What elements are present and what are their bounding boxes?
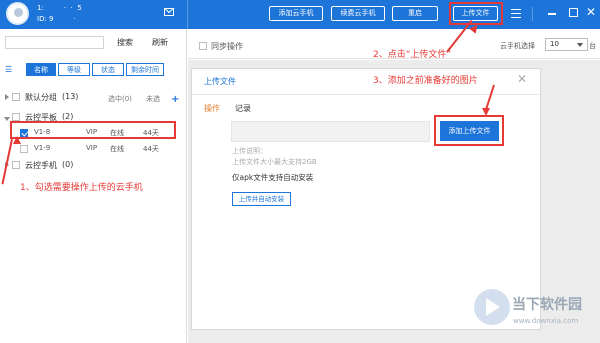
watermark-url: www.downxia.com: [513, 317, 579, 325]
device-name[interactable]: V1-9: [34, 144, 50, 152]
close-icon[interactable]: ✕: [586, 6, 596, 18]
watermark-logo-icon: [474, 289, 510, 325]
apk-note: 仅apk文件支持自动安装: [232, 173, 314, 182]
search-button[interactable]: 搜索: [117, 37, 133, 48]
sort-tab-name[interactable]: 名称: [26, 63, 56, 76]
add-group-icon[interactable]: +: [171, 94, 179, 105]
group-checkbox-phone[interactable]: [12, 161, 20, 169]
sort-icon[interactable]: ☰: [5, 65, 12, 74]
upload-button-highlight: [449, 2, 503, 25]
unit-label: 台: [589, 42, 596, 50]
window-control-divider: [532, 7, 533, 21]
unselected-label: 未选: [146, 95, 160, 103]
sync-checkbox[interactable]: [199, 42, 207, 50]
sort-tab-level[interactable]: 等级: [58, 63, 90, 76]
group-checkbox-tablet[interactable]: [12, 113, 20, 121]
phone-select-label: 云手机选择: [500, 42, 535, 50]
expand-icon[interactable]: [5, 94, 9, 100]
device-checkbox-v1-9[interactable]: [20, 145, 28, 153]
upload-desc-label: 上传说明：: [232, 147, 267, 155]
dialog-title: 上传文件: [204, 77, 236, 86]
restart-button[interactable]: 重启: [392, 6, 438, 21]
sort-tab-remaining[interactable]: 剩余时间: [126, 63, 164, 76]
add-upload-highlight: [434, 115, 504, 146]
file-path-field[interactable]: [231, 121, 430, 142]
tab-record[interactable]: 记录: [235, 103, 251, 114]
menu-icon[interactable]: [511, 9, 521, 18]
group-default-label: 默认分组: [25, 93, 57, 102]
group-tablet-count: (2): [62, 112, 74, 121]
annotation-arrow-3: [482, 108, 490, 116]
group-checkbox-default[interactable]: [12, 93, 20, 101]
phone-count-select[interactable]: 10: [545, 38, 588, 51]
top-divider: [187, 0, 188, 29]
renew-phone-button[interactable]: 续费云手机: [331, 6, 385, 21]
upload-size-note: 上传文件大小最大支持2GB: [232, 158, 317, 166]
search-input[interactable]: [5, 36, 104, 49]
add-phone-button[interactable]: 添加云手机: [269, 6, 323, 21]
annotation-step-3: 3、添加之前准备好的图片: [373, 76, 478, 86]
device-level: VIP: [86, 144, 98, 152]
dialog-divider: [192, 94, 540, 95]
annotation-arrow-1: [13, 136, 21, 144]
user-block: 1: · · 5 ID: 9 ·: [0, 0, 187, 29]
tab-operation[interactable]: 操作: [204, 103, 220, 114]
watermark-brand: 当下软件园: [512, 297, 582, 313]
group-phone-label: 云控手机: [25, 161, 57, 170]
user-name: 1: · · 5: [37, 4, 82, 12]
group-default-count: (13): [62, 92, 79, 101]
refresh-button[interactable]: 刷新: [152, 37, 168, 48]
avatar[interactable]: [6, 2, 29, 25]
user-id: ID: 9 ·: [37, 15, 76, 23]
device-status: 在线: [110, 145, 124, 153]
dialog-close-icon[interactable]: ✕: [517, 72, 527, 86]
group-phone-count: (0): [62, 160, 74, 169]
sync-label: 同步操作: [211, 42, 243, 51]
upload-and-install-button[interactable]: 上传并自动安装: [232, 192, 291, 206]
annotation-step-2: 2、点击“上传文件”: [373, 50, 452, 60]
selected-count: 选中(0): [108, 95, 132, 103]
sort-tab-status[interactable]: 状态: [92, 63, 124, 76]
device-remaining: 44天: [143, 145, 159, 153]
mail-icon[interactable]: [164, 8, 174, 16]
annotation-step-1: 1、勾选需要操作上传的云手机: [20, 183, 143, 193]
minimize-icon[interactable]: [548, 13, 556, 15]
maximize-icon[interactable]: [569, 8, 578, 17]
device-row-highlight: [10, 121, 176, 139]
